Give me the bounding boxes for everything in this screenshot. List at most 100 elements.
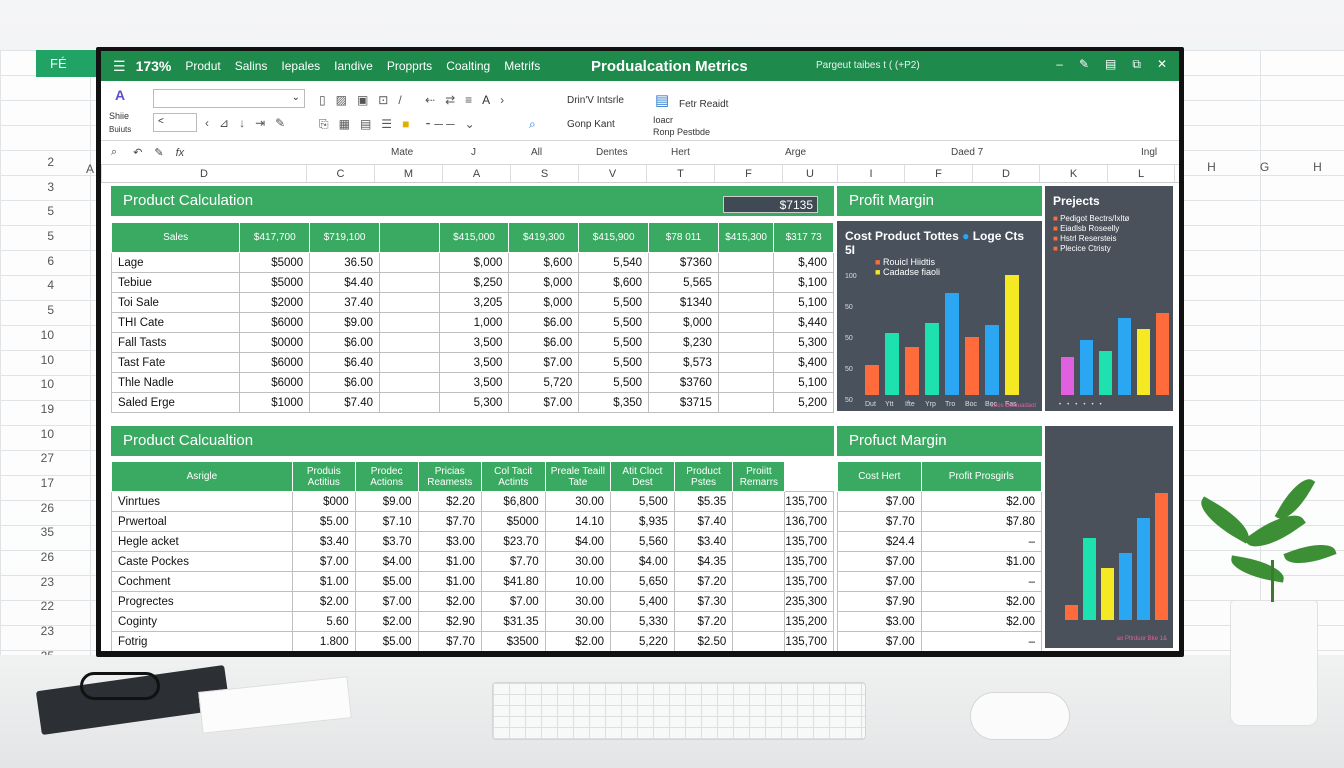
column-header-cell[interactable]: Profit Prosgirls [920,461,1043,492]
table-cell[interactable]: Progrectes [111,591,293,612]
table-cell[interactable]: Fotrig [111,631,293,651]
search-icon[interactable]: ⌕ [529,117,536,132]
column-header-cell[interactable]: Sales [110,222,241,253]
table-cell[interactable]: 36.50 [309,252,381,273]
table-cell[interactable]: $1.00 [920,551,1043,572]
table-cell[interactable] [379,332,440,353]
table-cell[interactable] [732,491,786,512]
table-cell[interactable]: 37.40 [309,292,381,313]
table-cell[interactable]: 3,500 [438,332,510,353]
table-cell[interactable]: $000 [291,491,356,512]
table-cell[interactable]: $7.00 [480,591,546,612]
table-cell[interactable]: 14.10 [544,511,612,532]
table-cell[interactable] [732,631,786,651]
column-header-cell[interactable]: Pricias Reamests [417,461,482,492]
table-cell[interactable]: 5,540 [578,252,650,273]
table-cell[interactable]: $6.00 [508,312,580,333]
table-cell[interactable]: $7.00 [291,551,356,572]
table-cell[interactable]: 135,200 [784,611,834,632]
table-cell[interactable]: 5,200 [773,392,834,413]
column-header-cell[interactable]: $317 73 [773,222,834,253]
table-cell[interactable]: $7.70 [417,631,482,651]
table-cell[interactable]: $3715 [648,392,719,413]
window-button[interactable]: ✎ [1079,57,1089,72]
table-cell[interactable]: 5,400 [610,591,675,612]
column-header-cell[interactable]: $415,000 [438,222,510,253]
column-header-cell[interactable]: Col Tacit Actints [480,461,546,492]
table-cell[interactable]: $1340 [648,292,719,313]
table-cell[interactable]: Cochment [111,571,293,592]
table-cell[interactable]: $3.00 [417,531,482,552]
table-cell[interactable]: $5000 [239,252,311,273]
fill-icon[interactable]: ▣ [357,93,368,107]
table-cell[interactable]: $5.00 [354,631,419,651]
table-cell[interactable]: $6.00 [309,332,381,353]
table-cell[interactable]: 5,100 [773,372,834,393]
table-cell[interactable] [717,272,775,293]
table-cell[interactable]: 135,700 [784,531,834,552]
table-cell[interactable]: Saled Erge [110,392,241,413]
table-cell[interactable] [379,312,440,333]
table-cell[interactable]: $,600 [508,252,580,273]
column-header-cell[interactable]: Atit Cloct Dest [610,461,675,492]
column-header[interactable]: T [647,165,715,182]
table-cell[interactable]: $5.00 [354,571,419,592]
table-cell[interactable]: $2.90 [417,611,482,632]
table-cell[interactable]: – [920,531,1043,552]
table-cell[interactable]: $5.00 [291,511,356,532]
table-cell[interactable]: Vinrtues [111,491,293,512]
column-header-cell[interactable]: $415,300 [717,222,775,253]
styles-label-1[interactable]: Drin'V Intsrle [567,95,624,106]
table-cell[interactable]: $7.00 [837,631,922,651]
table-cell[interactable] [379,252,440,273]
table-cell[interactable] [732,511,786,532]
table-cell[interactable]: $2.00 [417,591,482,612]
table-cell[interactable]: $2000 [239,292,311,313]
column-header-cell[interactable]: $419,300 [508,222,580,253]
table-cell[interactable]: $6,800 [480,491,546,512]
table-cell[interactable]: $7.30 [673,591,734,612]
table-cell[interactable]: $7.00 [508,392,580,413]
table-icon[interactable]: ▦ [339,117,350,132]
table-cell[interactable]: Lage [110,252,241,273]
table-cell[interactable]: 5,720 [508,372,580,393]
menu-item[interactable]: Propprts [387,59,432,73]
table-cell[interactable]: $41.80 [480,571,546,592]
table-cell[interactable]: – [920,631,1043,651]
window-button[interactable]: ▤ [1105,57,1116,72]
column-header[interactable]: A [443,165,511,182]
column-header[interactable]: V [579,165,647,182]
table-cell[interactable]: 135,700 [784,571,834,592]
table-cell[interactable]: $1000 [239,392,311,413]
table-cell[interactable] [379,372,440,393]
table-cell[interactable]: $,350 [578,392,650,413]
table-cell[interactable]: $7.00 [354,591,419,612]
table-cell[interactable]: $7.00 [837,551,922,572]
table-cell[interactable] [717,312,775,333]
table-cell[interactable]: $,250 [438,272,510,293]
table-cell[interactable]: $7360 [648,252,719,273]
table-cell[interactable]: $6.00 [508,332,580,353]
table-cell[interactable]: $,440 [773,312,834,333]
document-icon[interactable]: ▤ [655,91,669,109]
table-cell[interactable]: $5.35 [673,491,734,512]
table-cell[interactable]: $7.80 [920,511,1043,532]
table-cell[interactable] [717,292,775,313]
column-header-cell[interactable]: $78 011 [648,222,719,253]
column-header-cell[interactable]: Preale Teaill Tate [544,461,612,492]
brush-icon[interactable]: ▨ [336,93,347,107]
table-cell[interactable]: 3,500 [438,372,510,393]
table-cell[interactable]: $,935 [610,511,675,532]
table-cell[interactable]: $,000 [648,312,719,333]
formula-label[interactable]: fx [176,147,185,159]
table-cell[interactable]: $4.00 [610,551,675,572]
table-cell[interactable]: $4.35 [673,551,734,572]
table-cell[interactable]: $2.00 [544,631,612,651]
table-cell[interactable]: $,230 [648,332,719,353]
table-cell[interactable]: 10.00 [544,571,612,592]
table-cell[interactable]: $,600 [578,272,650,293]
column-header-cell[interactable]: $417,700 [239,222,311,253]
table-cell[interactable] [717,252,775,273]
table-cell[interactable] [717,332,775,353]
table-cell[interactable]: $1.00 [417,571,482,592]
